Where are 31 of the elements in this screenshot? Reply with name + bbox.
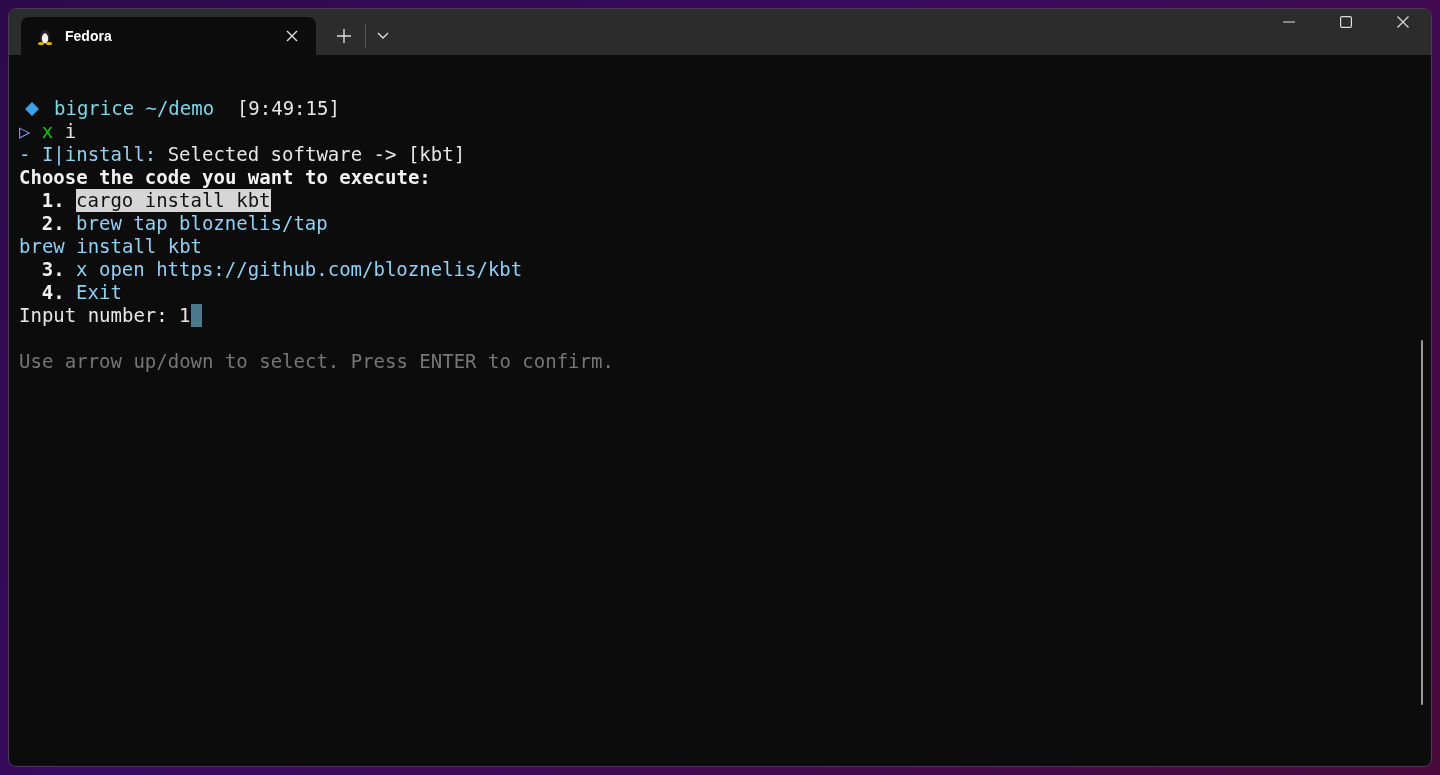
- option-number: 1.: [41, 189, 65, 212]
- option-command[interactable]: brew install kbt: [19, 235, 203, 258]
- question-text: Choose the code you want to execute:: [19, 166, 431, 189]
- option-command[interactable]: cargo install kbt: [76, 189, 271, 212]
- hint-text: Use arrow up/down to select. Press ENTER to confirm.: [19, 350, 614, 373]
- scrollbar[interactable]: [1421, 340, 1423, 705]
- prompt-symbol: ▷: [19, 120, 31, 143]
- prompt-time: [9:49:15]: [236, 97, 340, 120]
- penguin-icon: [37, 27, 53, 45]
- input-label: Input number:: [19, 304, 168, 327]
- option-command[interactable]: Exit: [76, 281, 122, 304]
- option-number: 3.: [41, 258, 65, 281]
- option-command[interactable]: brew tap bloznelis/tap: [76, 212, 328, 235]
- option-number: 2.: [41, 212, 65, 235]
- diamond-icon: [25, 101, 39, 116]
- option-command[interactable]: x open https://github.com/bloznelis/kbt: [76, 258, 523, 281]
- input-value[interactable]: 1: [179, 304, 191, 327]
- prompt-user: bigrice: [54, 97, 135, 120]
- prompt-path: ~/demo: [145, 97, 215, 120]
- command-program: x: [41, 120, 54, 143]
- chevron-down-icon[interactable]: [377, 32, 389, 40]
- terminal-tab[interactable]: Fedora: [21, 17, 316, 55]
- close-icon[interactable]: [1397, 16, 1409, 28]
- info-text: Selected software -> [kbt]: [167, 143, 466, 166]
- info-prefix: - I|install:: [19, 143, 157, 166]
- maximize-icon[interactable]: [1340, 16, 1352, 28]
- command-args: i: [64, 120, 77, 143]
- new-tab-icon[interactable]: [337, 29, 351, 43]
- text-cursor: [190, 304, 202, 327]
- close-tab-icon[interactable]: [286, 30, 298, 42]
- option-number: 4.: [41, 281, 65, 304]
